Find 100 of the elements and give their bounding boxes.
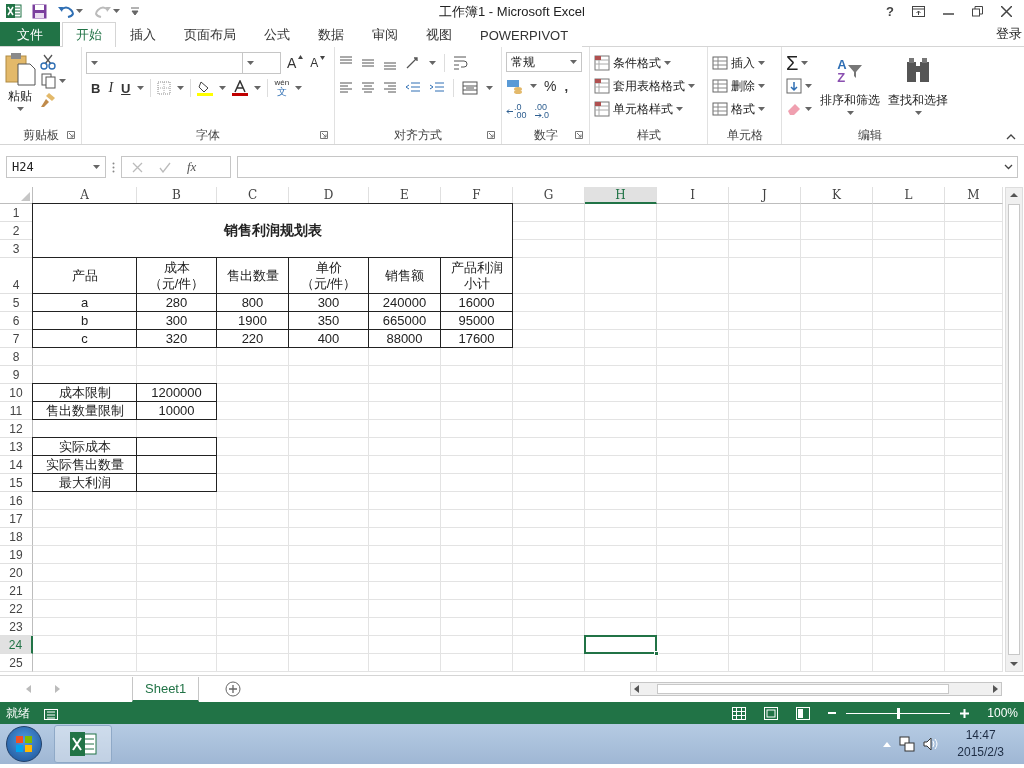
wrap-text-icon[interactable] — [453, 55, 469, 71]
italic-button[interactable]: I — [107, 80, 115, 96]
launcher-icon[interactable] — [320, 131, 328, 139]
save-icon[interactable] — [32, 3, 47, 19]
caret-icon[interactable] — [177, 86, 185, 90]
expand-icon[interactable] — [1004, 164, 1013, 170]
find-select-button[interactable]: 查找和选择 — [888, 52, 948, 126]
font-name-field[interactable] — [86, 52, 243, 74]
sheet-tab[interactable]: Sheet1 — [132, 676, 200, 702]
collapse-ribbon-icon[interactable] — [1006, 134, 1016, 140]
caret-icon[interactable] — [59, 79, 66, 83]
caret-icon[interactable] — [530, 84, 537, 88]
volume-icon[interactable] — [923, 736, 940, 752]
caret-icon[interactable] — [914, 111, 922, 115]
horizontal-scrollbar[interactable] — [630, 682, 1002, 696]
ribbon-display-icon[interactable] — [912, 5, 925, 17]
name-box[interactable]: H24 — [6, 156, 106, 178]
caret-icon[interactable] — [805, 107, 812, 111]
merge-cells-icon[interactable] — [462, 81, 478, 95]
caret-icon[interactable] — [16, 107, 24, 111]
zoom-in-icon[interactable] — [960, 708, 970, 718]
caret-icon[interactable] — [676, 107, 683, 111]
column-header[interactable]: L — [873, 187, 945, 204]
caret-icon[interactable] — [219, 86, 227, 90]
caret-icon[interactable] — [688, 84, 695, 88]
paste-button[interactable]: 粘贴 — [4, 52, 36, 126]
zoom-out-icon[interactable] — [828, 709, 837, 717]
page-layout-icon[interactable] — [764, 706, 779, 720]
macro-record-icon[interactable] — [44, 706, 58, 720]
caret-icon[interactable] — [254, 86, 262, 90]
cells-menu-button[interactable]: 删除 — [712, 75, 765, 97]
caret-icon[interactable] — [429, 61, 436, 65]
column-header[interactable]: I — [657, 187, 729, 204]
caret-icon[interactable] — [295, 86, 303, 90]
caret-icon[interactable] — [570, 60, 577, 64]
zoom-level[interactable]: 100% — [987, 706, 1018, 720]
launcher-icon[interactable] — [487, 131, 495, 139]
column-header[interactable]: J — [729, 187, 801, 204]
start-button[interactable] — [6, 726, 42, 762]
insert-function-button[interactable]: fx — [187, 159, 197, 175]
sign-in-link[interactable]: 登录 — [996, 25, 1024, 43]
column-header[interactable]: M — [945, 187, 1003, 204]
caret-icon[interactable] — [664, 61, 671, 65]
page-break-icon[interactable] — [796, 706, 811, 720]
column-header[interactable]: H — [585, 187, 657, 204]
underline-button[interactable]: U — [120, 80, 132, 96]
font-color-icon[interactable] — [232, 80, 249, 96]
style-menu-button[interactable]: 条件格式 — [594, 52, 695, 74]
caret-icon[interactable] — [113, 9, 120, 13]
zoom-slider-thumb[interactable] — [897, 707, 901, 719]
caret-icon[interactable] — [137, 86, 145, 90]
fill-color-icon[interactable] — [197, 80, 214, 96]
ribbon-tab[interactable]: 文件 — [0, 22, 60, 46]
cut-icon[interactable] — [40, 54, 56, 70]
phonetic-guide-button[interactable]: wén 文 — [274, 79, 290, 97]
ribbon-tab[interactable]: 开始 — [62, 22, 116, 47]
new-sheet-icon[interactable] — [225, 681, 242, 697]
caret-icon[interactable] — [758, 107, 765, 111]
cells-menu-button[interactable]: 插入 — [712, 52, 765, 74]
percent-button[interactable]: % — [543, 78, 558, 94]
orientation-icon[interactable] — [405, 56, 421, 70]
caret-icon[interactable] — [805, 84, 812, 88]
caret-icon[interactable] — [758, 61, 765, 65]
copy-icon[interactable] — [41, 73, 57, 89]
formula-input[interactable] — [237, 156, 1018, 178]
style-menu-button[interactable]: 套用表格格式 — [594, 75, 695, 97]
caret-icon[interactable] — [91, 61, 98, 65]
currency-icon[interactable] — [506, 78, 524, 94]
style-menu-button[interactable]: 单元格样式 — [594, 98, 695, 120]
selected-cell[interactable] — [584, 635, 657, 654]
network-icon[interactable] — [899, 736, 916, 752]
caret-icon[interactable] — [76, 9, 83, 13]
fill-down-icon[interactable] — [786, 78, 802, 94]
grow-font-button[interactable]: A — [286, 55, 305, 71]
undo-icon[interactable] — [58, 4, 74, 18]
taskbar-app-button[interactable] — [54, 725, 112, 763]
decrease-decimal-button[interactable]: .00 .0 — [534, 103, 550, 119]
close-icon[interactable] — [1001, 5, 1012, 17]
launcher-icon[interactable] — [575, 131, 583, 139]
comma-button[interactable]: , — [563, 78, 570, 94]
autosum-button[interactable]: Σ — [786, 52, 812, 74]
column-header[interactable]: K — [801, 187, 873, 204]
column-header[interactable]: G — [513, 187, 585, 204]
row-header[interactable]: 24 — [0, 636, 33, 654]
launcher-icon[interactable] — [67, 131, 75, 139]
cells-menu-button[interactable]: 格式 — [712, 98, 765, 120]
caret-icon[interactable] — [801, 61, 809, 65]
vertical-scrollbar[interactable] — [1005, 187, 1023, 672]
shrink-font-button[interactable]: A — [309, 56, 327, 70]
help-button[interactable]: ? — [886, 3, 894, 19]
customize-icon[interactable] — [131, 7, 139, 15]
bold-button[interactable]: B — [90, 80, 102, 96]
caret-icon[interactable] — [846, 111, 854, 115]
increase-decimal-button[interactable]: .0 .00 — [506, 103, 527, 119]
caret-icon[interactable] — [758, 84, 765, 88]
caret-icon[interactable] — [93, 165, 100, 169]
caret-icon[interactable] — [486, 86, 493, 90]
normal-view-icon[interactable] — [732, 706, 747, 720]
caret-icon[interactable] — [247, 61, 254, 65]
number-format-field[interactable]: 常规 — [506, 52, 582, 72]
